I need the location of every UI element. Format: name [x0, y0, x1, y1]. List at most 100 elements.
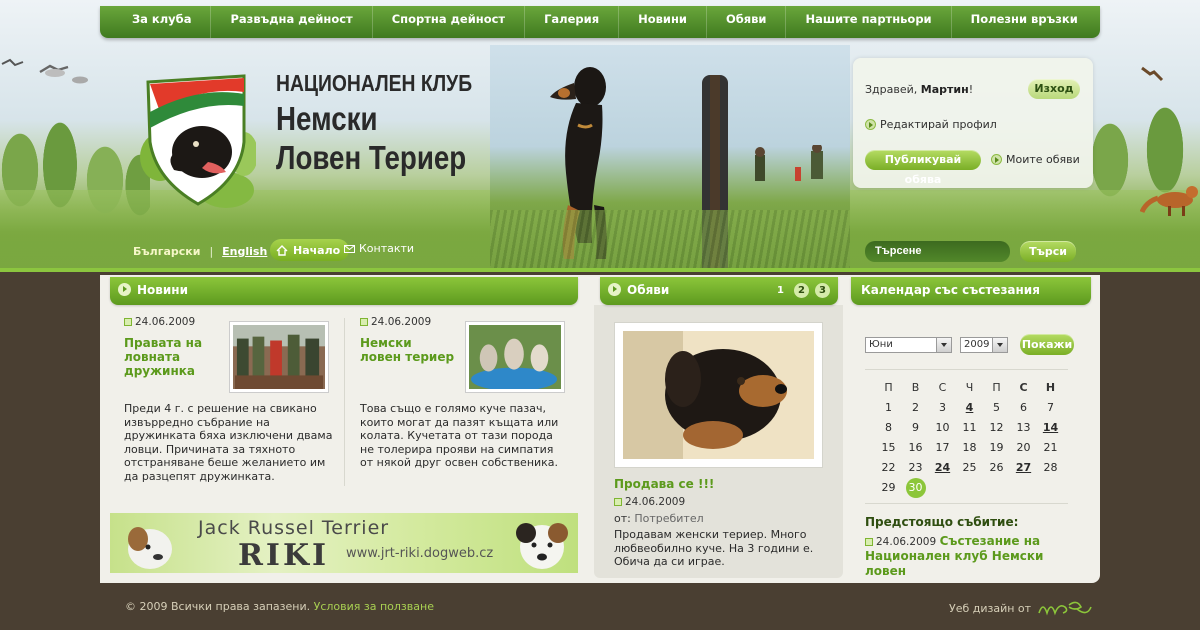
- calendar-day[interactable]: 30: [902, 478, 929, 498]
- nav-item-links[interactable]: Полезни връзки: [952, 6, 1097, 38]
- search-button[interactable]: Търси: [1020, 241, 1076, 262]
- ad-photo[interactable]: [614, 322, 823, 468]
- arrow-circle-icon: [608, 283, 621, 296]
- weekday-header: Ч: [965, 381, 974, 394]
- home-link[interactable]: Начало: [270, 239, 350, 261]
- calendar-day[interactable]: 9: [902, 418, 929, 438]
- puppy-photo: [623, 331, 814, 459]
- calendar-day[interactable]: 5: [983, 398, 1010, 418]
- calendar-day[interactable]: 29: [875, 478, 902, 498]
- calendar-day[interactable]: 4: [956, 398, 983, 418]
- nav-item-gallery[interactable]: Галерия: [525, 6, 620, 38]
- calendar-day[interactable]: 2: [902, 398, 929, 418]
- show-calendar-button[interactable]: Покажи: [1020, 334, 1074, 355]
- weekday-header: В: [911, 381, 920, 394]
- web-design-label: Уеб дизайн от: [949, 601, 1032, 615]
- publish-ad-button[interactable]: Публикувай обява: [865, 150, 981, 186]
- logout-button[interactable]: Изход: [1028, 79, 1080, 99]
- club-title-line1: НАЦИОНАЛЕН КЛУБ: [276, 70, 473, 96]
- calendar-day[interactable]: 1: [875, 398, 902, 418]
- calendar-empty-cell: [1037, 478, 1064, 498]
- calendar-day[interactable]: 13: [1010, 418, 1037, 438]
- jrt-riki-banner[interactable]: Jack Russel Terrier RIKI www.jrt-riki.do…: [110, 513, 578, 573]
- calendar-day[interactable]: 21: [1037, 438, 1064, 458]
- calendar-day[interactable]: 22: [875, 458, 902, 478]
- month-select[interactable]: Юни: [865, 337, 952, 353]
- nav-item-breeding[interactable]: Развъдна дейност: [211, 6, 373, 38]
- news-title-link[interactable]: Правата на ловната дружинка: [124, 336, 220, 378]
- calendar-day[interactable]: 11: [956, 418, 983, 438]
- arrow-circle-icon: [118, 283, 131, 296]
- header-dog-photo: [490, 45, 850, 270]
- calendar-grid: П В С Ч П С Н 1 2 3 4 5 6 7 8 9 10 11 12 13 14 15 16 17 18 19 20 21…: [875, 378, 1063, 498]
- ad-title-link[interactable]: Продава се !!!: [614, 477, 714, 491]
- calendar-day[interactable]: 24: [929, 458, 956, 478]
- page-2-link[interactable]: 2: [794, 283, 809, 298]
- news-body: Преди 4 г. с решение на свикано извърред…: [124, 402, 333, 483]
- calendar-day[interactable]: 15: [875, 438, 902, 458]
- calendar-empty-cell: [929, 478, 956, 498]
- calendar-day[interactable]: 17: [929, 438, 956, 458]
- calendar-heading: Календар със състезания: [861, 283, 1040, 297]
- user-greeting: Здравей, Мартин!: [865, 83, 973, 96]
- news-date-text: 24.06.2009: [135, 316, 196, 328]
- lang-bulgarian-link[interactable]: Български: [133, 245, 200, 258]
- today-marker: 30: [905, 478, 926, 498]
- arrow-bullet-icon: [865, 119, 876, 130]
- calendar-day[interactable]: 7: [1037, 398, 1064, 418]
- news-item: 24.06.2009 Правата на ловната дружинка П…: [124, 316, 344, 483]
- home-link-label: Начало: [293, 243, 341, 257]
- arrow-bullet-icon: [991, 154, 1002, 165]
- copyright-text: © 2009 Всички права запазени.: [125, 600, 311, 613]
- edit-profile-link[interactable]: Редактирай профил: [865, 118, 997, 131]
- calendar-empty-cell: [1010, 478, 1037, 498]
- search-input[interactable]: [865, 241, 1010, 262]
- calendar-day[interactable]: 19: [983, 438, 1010, 458]
- designer-logo-icon[interactable]: [1037, 599, 1093, 617]
- news-thumbnail[interactable]: [465, 321, 565, 393]
- calendar-day[interactable]: 23: [902, 458, 929, 478]
- page-1-link[interactable]: 1: [773, 283, 788, 298]
- news-title-link[interactable]: Немски ловен териер: [360, 336, 456, 364]
- chevron-down-icon: [992, 338, 1007, 352]
- calendar-day[interactable]: 25: [956, 458, 983, 478]
- club-logo-icon[interactable]: [140, 72, 256, 208]
- lang-separator: |: [209, 244, 214, 258]
- news-thumbnail[interactable]: [229, 321, 329, 393]
- upcoming-event: 24.06.2009 Състезание на Национален клуб…: [865, 534, 1085, 579]
- calendar-day[interactable]: 6: [1010, 398, 1037, 418]
- user-panel: Здравей, Мартин! Изход Редактирай профил…: [853, 58, 1093, 188]
- nav-item-about[interactable]: За клуба: [114, 6, 212, 38]
- nav-item-ads[interactable]: Обяви: [707, 6, 787, 38]
- ad-date-text: 24.06.2009: [625, 496, 686, 508]
- calendar-day[interactable]: 10: [929, 418, 956, 438]
- calendar-day[interactable]: 20: [1010, 438, 1037, 458]
- year-select[interactable]: 2009: [960, 337, 1008, 353]
- ad-author-name[interactable]: Потребител: [634, 512, 703, 525]
- calendar-day[interactable]: 26: [983, 458, 1010, 478]
- ads-panel-header: Обяви 1 2 3: [600, 277, 838, 305]
- lang-english-link[interactable]: English: [222, 245, 267, 258]
- calendar-day[interactable]: 28: [1037, 458, 1064, 478]
- calendar-day[interactable]: 27: [1010, 458, 1037, 478]
- nav-item-sport[interactable]: Спортна дейност: [373, 6, 526, 38]
- nav-item-partners[interactable]: Нашите партньори: [786, 6, 952, 38]
- calendar-day[interactable]: 12: [983, 418, 1010, 438]
- terms-link[interactable]: Условия за ползване: [314, 600, 434, 613]
- news-heading: Новини: [137, 283, 188, 297]
- ad-author-label: от:: [614, 512, 631, 525]
- calendar-day[interactable]: 8: [875, 418, 902, 438]
- date-square-icon: [124, 318, 132, 326]
- calendar-empty-cell: [956, 478, 983, 498]
- jack-russell-image: [516, 523, 568, 569]
- calendar-day[interactable]: 18: [956, 438, 983, 458]
- date-square-icon: [614, 498, 622, 506]
- nav-item-news[interactable]: Новини: [619, 6, 707, 38]
- calendar-day[interactable]: 3: [929, 398, 956, 418]
- contacts-link[interactable]: Контакти: [344, 242, 414, 255]
- calendar-day[interactable]: 16: [902, 438, 929, 458]
- my-ads-link[interactable]: Моите обяви: [991, 153, 1080, 166]
- calendar-day[interactable]: 14: [1037, 418, 1064, 438]
- page-3-link[interactable]: 3: [815, 283, 830, 298]
- club-title: НАЦИОНАЛЕН КЛУБ Немски Ловен Териер: [276, 70, 509, 175]
